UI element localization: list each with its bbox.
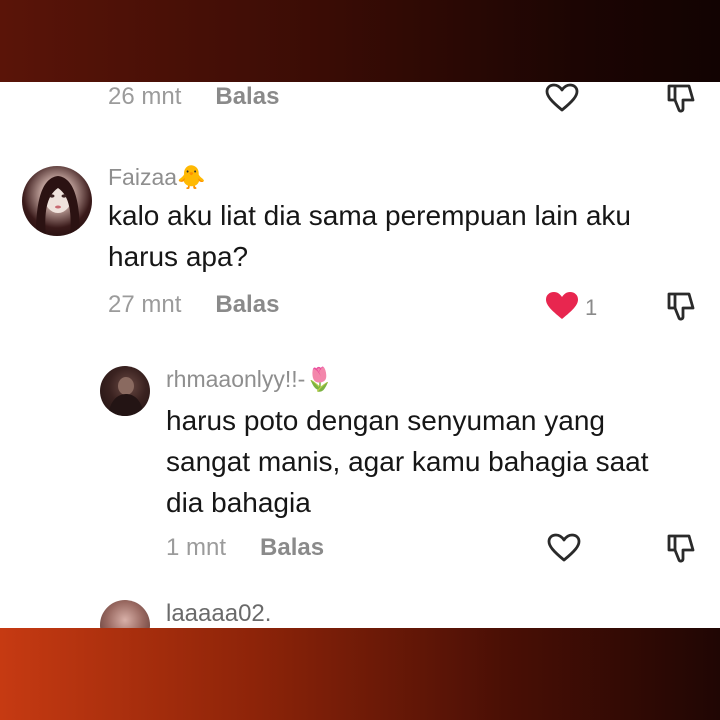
heart-outline-icon[interactable] [547, 533, 581, 563]
comment-username[interactable]: rhmaaonlyy!!-🌷 [166, 366, 334, 393]
comment-text-line: dia bahagia [166, 487, 311, 518]
like-count: 1 [585, 295, 598, 320]
comment-meta-row: 1 mnt Balas [166, 532, 324, 564]
heart-outline-icon[interactable] [545, 83, 579, 113]
bottom-frame-band [0, 628, 720, 720]
heart-filled-icon[interactable] [545, 291, 579, 321]
comment-username[interactable]: Faizaa🐥 [108, 164, 206, 191]
tulip-emoji: 🌷 [305, 366, 334, 392]
comment-text: kalo aku liat dia sama perempuan lain ak… [108, 195, 631, 277]
avatar[interactable] [100, 366, 150, 416]
comment-text-line: sangat manis, agar kamu bahagia saat [166, 446, 649, 477]
comment-text: harus poto dengan senyuman yang sangat m… [166, 400, 649, 523]
dislike-icon[interactable] [666, 532, 696, 564]
username-text[interactable]: laaaaa02. [166, 600, 271, 627]
dislike-icon[interactable] [666, 82, 696, 114]
reply-button[interactable]: Balas [260, 534, 324, 562]
comment-meta-row: 26 mnt Balas [108, 82, 279, 112]
top-frame-band [0, 0, 720, 82]
avatar[interactable] [22, 166, 92, 236]
comment-meta-row: 27 mnt Balas [108, 289, 279, 321]
avatar-portrait-icon [36, 176, 80, 236]
avatar[interactable] [100, 600, 150, 628]
comment-time: 27 mnt [108, 291, 182, 318]
chick-emoji: 🐥 [177, 164, 206, 190]
avatar-portrait-icon [108, 377, 144, 416]
comment-time: 1 mnt [166, 534, 227, 561]
reply-button[interactable]: Balas [215, 291, 279, 319]
comment-time: 26 mnt [108, 83, 182, 110]
comment-username[interactable]: laaaaa02. [166, 600, 271, 628]
reply-button[interactable]: Balas [215, 83, 279, 111]
comment-text-line: kalo aku liat dia sama perempuan lain ak… [108, 200, 631, 231]
comment-text-line: harus poto dengan senyuman yang [166, 405, 605, 436]
username-text[interactable]: Faizaa [108, 164, 177, 190]
username-text[interactable]: rhmaaonlyy!!- [166, 366, 305, 392]
comment-text-line: harus apa? [108, 241, 249, 272]
comments-panel: 26 mnt Balas Faizaa🐥 kalo aku liat dia s… [0, 82, 720, 628]
dislike-icon[interactable] [666, 290, 696, 322]
